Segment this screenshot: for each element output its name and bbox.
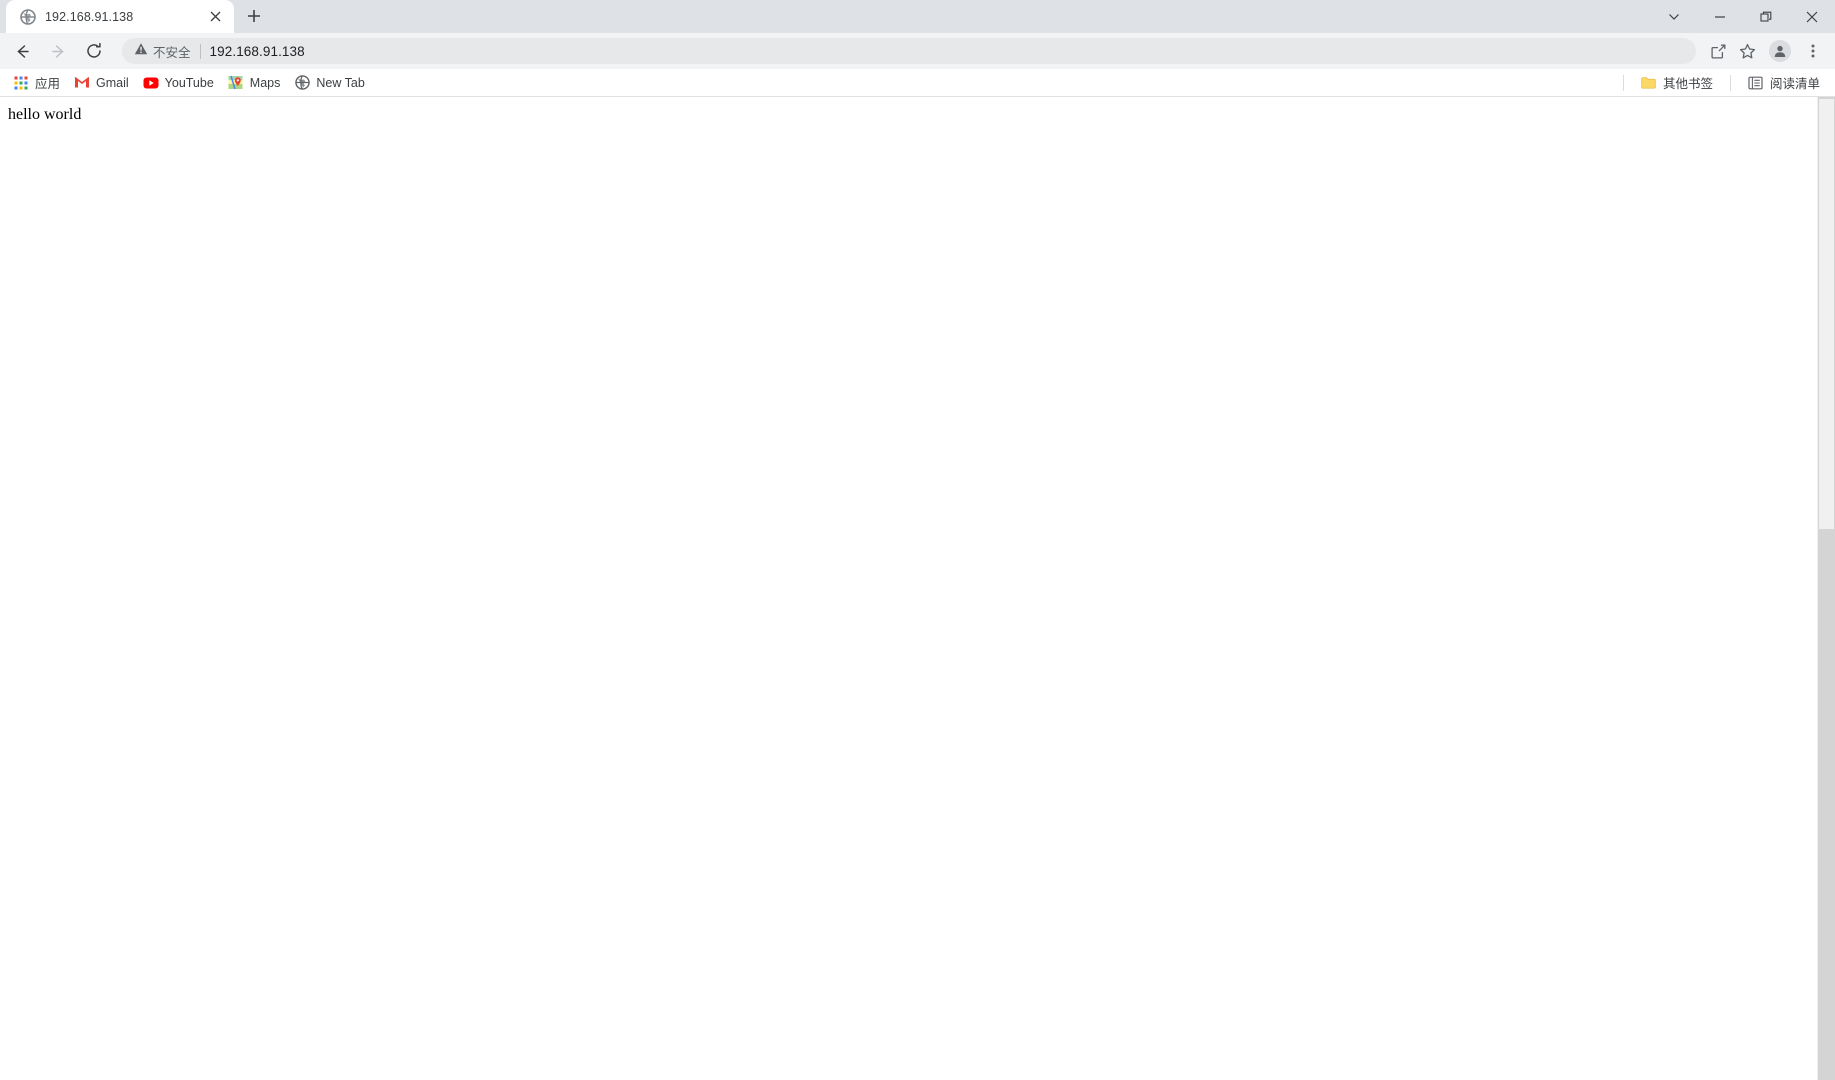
page-viewport: hello world <box>0 97 1835 1080</box>
bookmark-label: Maps <box>249 75 281 90</box>
youtube-icon <box>143 75 159 91</box>
star-icon[interactable] <box>1733 37 1761 65</box>
bookmark-item-gmail[interactable]: Gmail <box>67 72 136 94</box>
apps-grid-icon <box>13 75 29 91</box>
window-scrollbar-thumb[interactable] <box>1819 99 1834 529</box>
forward-arrow-icon[interactable] <box>43 36 73 66</box>
page-content: hello world <box>0 97 1817 1080</box>
bookmarks-bar: 应用 Gmail YouTube Maps New Tab 其他书签 阅读清单 <box>0 69 1835 97</box>
three-dot-menu-icon[interactable] <box>1799 37 1827 65</box>
reading-list-icon <box>1748 75 1764 91</box>
security-status[interactable]: 不安全 <box>134 42 191 61</box>
browser-toolbar: 不安全 192.168.91.138 <box>0 33 1835 69</box>
page-body-text: hello world <box>8 106 82 123</box>
close-icon[interactable] <box>207 8 224 25</box>
bookmark-item-maps[interactable]: Maps <box>221 72 288 94</box>
globe-icon <box>20 8 36 25</box>
globe-icon <box>294 75 310 91</box>
omnibox-divider <box>199 43 201 59</box>
tab-search-chevron-down-icon[interactable] <box>1651 0 1697 33</box>
new-tab-button[interactable] <box>240 2 268 30</box>
restore-icon[interactable] <box>1743 0 1789 33</box>
warning-triangle-icon <box>134 42 148 61</box>
back-arrow-icon[interactable] <box>7 36 37 66</box>
gmail-icon <box>74 75 90 91</box>
divider <box>1622 74 1624 91</box>
divider <box>1729 74 1731 91</box>
maps-icon <box>228 75 244 91</box>
other-bookmarks-label: 其他书签 <box>1662 77 1713 91</box>
minimize-icon[interactable] <box>1697 0 1743 33</box>
reading-list-label: 阅读清单 <box>1769 77 1820 91</box>
person-icon <box>1769 40 1791 62</box>
security-label: 不安全 <box>153 45 191 60</box>
bookmark-label: New Tab <box>316 75 365 90</box>
browser-tab[interactable]: 192.168.91.138 <box>6 0 234 33</box>
tab-title: 192.168.91.138 <box>45 9 134 24</box>
reading-list-button[interactable]: 阅读清单 <box>1741 70 1827 95</box>
window-scrollbar-track[interactable] <box>1818 97 1835 1080</box>
folder-icon <box>1641 75 1657 91</box>
toolbar-actions <box>1704 37 1827 65</box>
bookmarks-bar-right: 其他书签 阅读清单 <box>1615 70 1827 95</box>
close-window-icon[interactable] <box>1789 0 1835 33</box>
bookmark-label: 应用 <box>35 77 61 91</box>
bookmark-item-youtube[interactable]: YouTube <box>136 72 221 94</box>
bookmark-item-new-tab[interactable]: New Tab <box>287 72 371 94</box>
browser-window: 192.168.91.138 不安全 192.168.91.138 应用 Gma… <box>0 0 1835 1080</box>
bookmark-item-apps[interactable]: 应用 <box>6 70 67 95</box>
other-bookmarks-folder[interactable]: 其他书签 <box>1634 70 1720 95</box>
bookmark-label: YouTube <box>164 75 214 90</box>
url-text: 192.168.91.138 <box>209 43 305 59</box>
tab-strip: 192.168.91.138 <box>0 0 1835 33</box>
profile-avatar[interactable] <box>1766 37 1794 65</box>
bookmark-label: Gmail <box>96 75 129 90</box>
address-bar[interactable]: 不安全 192.168.91.138 <box>122 38 1696 64</box>
reload-icon[interactable] <box>79 36 109 66</box>
window-controls <box>1651 0 1835 33</box>
share-icon[interactable] <box>1704 37 1732 65</box>
